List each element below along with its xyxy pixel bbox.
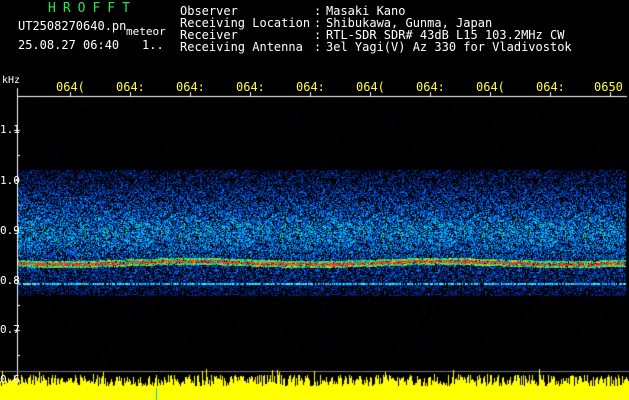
x-tick-label: 064( bbox=[56, 80, 85, 94]
y-axis-unit: kHz bbox=[2, 75, 21, 86]
hrofft-logo: HROFFT bbox=[48, 1, 137, 16]
x-tick-label: 064: bbox=[116, 80, 145, 94]
x-tick-label: 064: bbox=[176, 80, 205, 94]
x-tick-label: 064( bbox=[356, 80, 385, 94]
meta-colon: : bbox=[314, 40, 322, 54]
x-tick-label: 064: bbox=[536, 80, 565, 94]
meta-label-antenna: Receiving Antenna bbox=[180, 40, 303, 54]
y-tick-label: 0.8 bbox=[0, 274, 20, 287]
y-tick-label: 0.6 bbox=[0, 373, 20, 386]
spectrogram-window: HROFFT UT2508270640.pn meteor 25.08.27 0… bbox=[0, 0, 629, 400]
spectrogram-canvas bbox=[0, 0, 629, 400]
file-name: UT2508270640.pn bbox=[18, 19, 127, 33]
x-tick-label: 064: bbox=[296, 80, 325, 94]
x-tick-label: 064( bbox=[476, 80, 505, 94]
meta-value-antenna: 3el Yagi(V) Az 330 for Vladivostok bbox=[326, 40, 572, 54]
y-tick-label: 0.9 bbox=[0, 224, 20, 237]
y-tick-label: 0.7 bbox=[0, 323, 20, 336]
y-tick-label: 1.0 bbox=[0, 174, 20, 187]
frame-index: 1.. bbox=[142, 38, 164, 52]
event-tag: meteor bbox=[126, 25, 166, 38]
x-tick-label: 0650 bbox=[594, 80, 623, 94]
y-tick-label: 1.1 bbox=[0, 123, 20, 136]
x-tick-label: 064: bbox=[416, 80, 445, 94]
x-tick-label: 064: bbox=[236, 80, 265, 94]
capture-datetime: 25.08.27 06:40 bbox=[18, 38, 120, 52]
